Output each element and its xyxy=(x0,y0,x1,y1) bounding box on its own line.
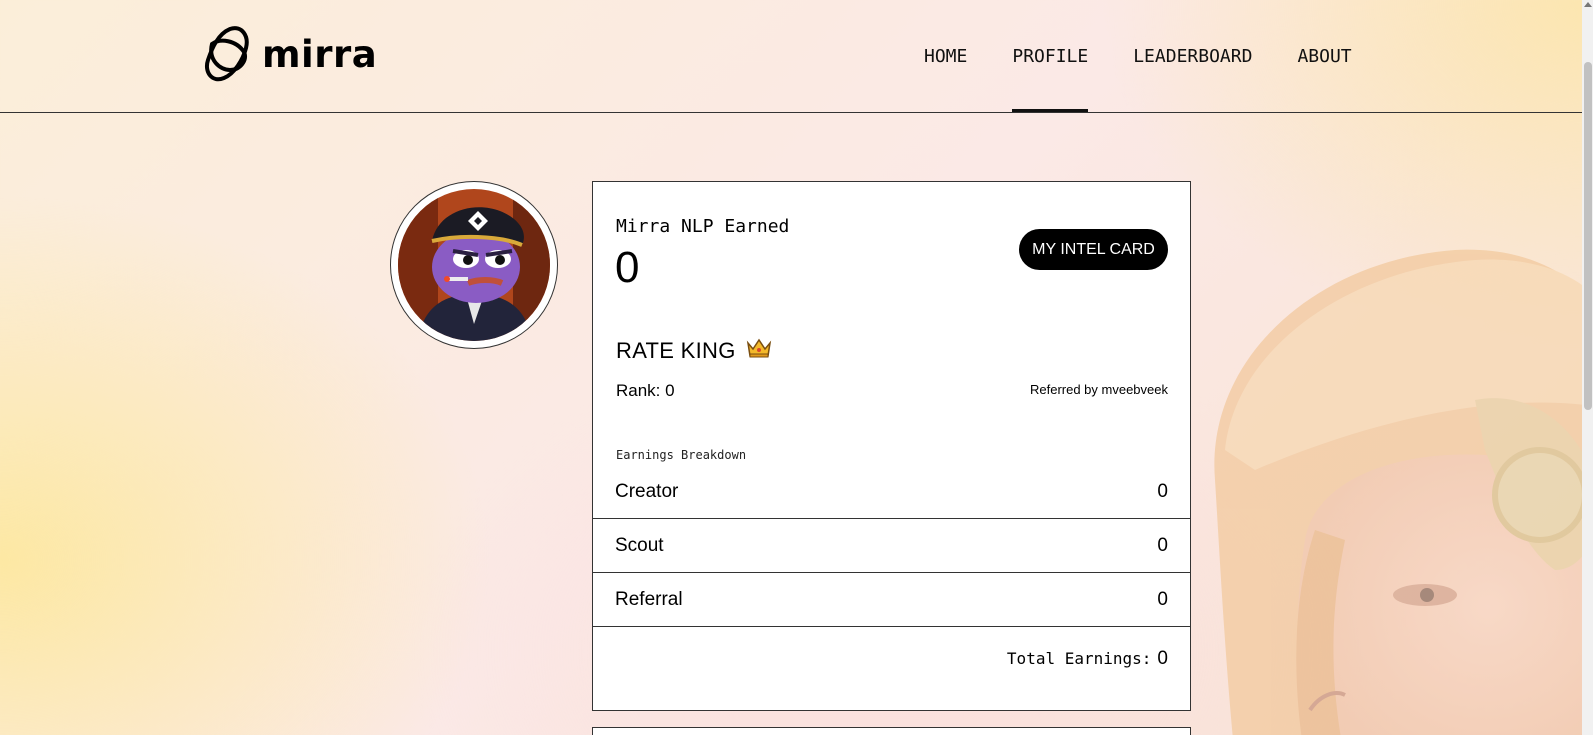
breakdown-label: Creator xyxy=(615,480,679,502)
brand-logo[interactable]: mirra xyxy=(204,26,377,82)
brand-name: mirra xyxy=(262,32,378,76)
nav-home[interactable]: HOME xyxy=(924,46,967,112)
main-nav: HOME PROFILE LEADERBOARD ABOUT xyxy=(924,46,1352,112)
total-earnings-value: 0 xyxy=(1157,648,1168,669)
breakdown-row-referral: Referral 0 xyxy=(593,573,1190,627)
my-intel-card-button[interactable]: MY INTEL CARD xyxy=(1019,229,1168,270)
avatar xyxy=(390,181,558,349)
crown-icon xyxy=(746,337,772,364)
breakdown-label: Scout xyxy=(615,534,664,556)
background-portrait xyxy=(1214,249,1593,735)
breakdown-value: 0 xyxy=(1157,588,1168,610)
next-card xyxy=(592,727,1191,735)
title-text: RATE KING xyxy=(616,337,736,363)
rank-text: Rank: 0 xyxy=(616,381,675,400)
total-earnings-label: Total Earnings: xyxy=(1006,649,1152,668)
avatar-image xyxy=(398,189,550,341)
profile-card: Mirra NLP Earned 0 MY INTEL CARD RATE KI… xyxy=(592,181,1191,711)
nav-about[interactable]: ABOUT xyxy=(1297,46,1351,112)
breakdown-value: 0 xyxy=(1157,534,1168,556)
page-scrollbar[interactable] xyxy=(1582,0,1593,735)
nlp-earned-value: 0 xyxy=(615,243,640,292)
total-earnings: Total Earnings: 0 xyxy=(1007,648,1168,670)
breakdown-value: 0 xyxy=(1157,480,1168,502)
earnings-breakdown-label: Earnings Breakdown xyxy=(616,448,747,462)
nav-leaderboard[interactable]: LEADERBOARD xyxy=(1133,46,1252,112)
user-title: RATE KING xyxy=(616,337,772,364)
breakdown-label: Referral xyxy=(615,588,683,610)
scrollbar-thumb[interactable] xyxy=(1584,62,1592,410)
breakdown-row-scout: Scout 0 xyxy=(593,519,1190,573)
referred-by-text: Referred by mveebveek xyxy=(1029,382,1168,397)
scroll-up-arrow-icon[interactable] xyxy=(1584,2,1592,7)
nlp-earned-label: Mirra NLP Earned xyxy=(616,216,790,237)
breakdown-row-creator: Creator 0 xyxy=(593,465,1190,519)
nav-profile[interactable]: PROFILE xyxy=(1012,46,1088,112)
site-header: mirra HOME PROFILE LEADERBOARD ABOUT xyxy=(0,0,1582,113)
mirra-logo-icon xyxy=(205,26,249,82)
